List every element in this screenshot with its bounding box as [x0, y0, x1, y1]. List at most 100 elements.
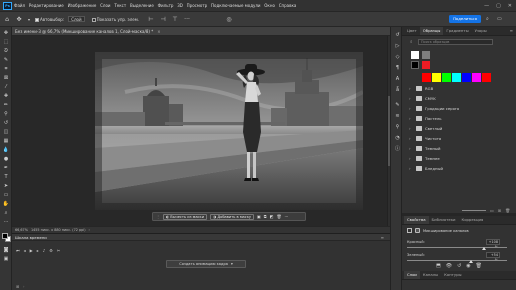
share-button[interactable]: Поделиться [449, 15, 481, 23]
timeline-title[interactable]: Шкала времени [15, 235, 47, 240]
tab-adjustments[interactable]: Коррекция [459, 216, 487, 224]
document-image[interactable] [95, 52, 363, 210]
zoom-level[interactable]: 66,67% [15, 228, 28, 232]
zoom-out-icon[interactable]: ◦ [22, 284, 24, 289]
more-tools-icon[interactable]: ··· [2, 219, 10, 226]
mask-options-icon[interactable]: ▣ [257, 214, 261, 219]
frame-tool-icon[interactable]: ⊠ [2, 75, 10, 82]
tab-layers[interactable]: Слои [404, 271, 420, 279]
swatch-group-rgb[interactable]: › RGB [409, 84, 509, 93]
crop-tool-icon[interactable]: ⌗ [2, 66, 10, 73]
visibility-icon[interactable]: ◉ [466, 263, 470, 271]
brush-tool-icon[interactable]: ✏ [2, 102, 10, 109]
tab-libraries[interactable]: Библиотеки [429, 216, 459, 224]
history-icon[interactable]: ↺ [394, 32, 401, 39]
delete-mask-icon[interactable]: 🗑 [276, 214, 281, 219]
panel-menu-icon[interactable]: ≡ [381, 235, 384, 240]
healing-brush-tool-icon[interactable]: ✚ [2, 93, 10, 100]
align-right-icon[interactable]: ⊤ [171, 15, 179, 23]
swatch-group-dark[interactable]: › Темный [409, 144, 509, 153]
clone-source-icon[interactable]: ⚲ [394, 124, 401, 131]
green-value-input[interactable]: +54 % [486, 252, 500, 262]
chevron-right-icon[interactable]: › [89, 228, 90, 232]
recent-swatch[interactable] [422, 51, 430, 59]
swatch-cyan[interactable] [452, 73, 461, 82]
marquee-tool-icon[interactable]: ⬚ [2, 39, 10, 46]
dodge-tool-icon[interactable]: ● [2, 156, 10, 163]
tab-channels[interactable]: Каналы [420, 271, 441, 279]
first-frame-icon[interactable]: ⏮ [16, 248, 20, 253]
lasso-tool-icon[interactable]: ᘐ [2, 48, 10, 55]
tab-patterns[interactable]: Узоры [472, 27, 490, 35]
red-slider-knob[interactable] [482, 247, 486, 250]
search-icon[interactable]: ⌕ [486, 16, 489, 22]
more-options-icon[interactable]: ··· [285, 214, 289, 219]
learn-icon[interactable]: ◇ [394, 54, 401, 61]
split-icon[interactable]: ✂ [57, 248, 60, 253]
zoom-tool-icon[interactable]: ⌕ [2, 210, 10, 217]
screen-mode-icon[interactable]: ▣ [2, 256, 10, 263]
create-frame-animation-button[interactable]: Создать анимацию кадра ▾ [166, 260, 246, 268]
view-previous-icon[interactable]: 👁 [446, 263, 452, 271]
tab-swatches[interactable]: Образцы [419, 27, 444, 35]
invert-mask-icon[interactable]: ⧉ [264, 214, 267, 219]
autoselect-checkbox[interactable]: Автовыбор: [35, 17, 64, 22]
swatch-group-grayscale[interactable]: › Градации серого [409, 104, 509, 113]
settings-icon[interactable]: ⚙ [49, 248, 53, 253]
shape-tool-icon[interactable]: ▭ [2, 192, 10, 199]
close-icon[interactable]: ✕ [508, 3, 512, 9]
align-left-icon[interactable]: ⊢ [147, 15, 155, 23]
trash-icon[interactable]: 🗑 [476, 263, 482, 271]
home-icon[interactable]: ⌂ [3, 15, 11, 23]
close-tab-icon[interactable]: × [157, 29, 160, 34]
convert-frames-icon[interactable]: ⊞ [16, 284, 19, 289]
swatch-group-pale[interactable]: › Бледный [409, 164, 509, 173]
move-tool-icon[interactable]: ✥ [2, 30, 10, 37]
swatch-group-cmyk[interactable]: › CMYK [409, 94, 509, 103]
swatch-group-light[interactable]: › Светлый [409, 124, 509, 133]
menu-view[interactable]: Просмотр [187, 3, 208, 8]
layer-select-dropdown[interactable]: Слой [68, 16, 85, 22]
clip-to-layer-icon[interactable]: ⬒ [436, 263, 441, 271]
brushes-icon[interactable]: ✎ [394, 102, 401, 109]
reset-icon[interactable]: ↺ [457, 263, 461, 271]
swatch-group-pure[interactable]: › Чистота [409, 134, 509, 143]
red-slider-track[interactable] [407, 247, 507, 248]
menu-edit[interactable]: Редактирование [29, 3, 64, 8]
audio-icon[interactable]: ♪ [43, 248, 46, 253]
add-to-mask-button[interactable]: ◑ Добавить в маску [210, 213, 255, 220]
swatch-blue[interactable] [462, 73, 471, 82]
swatch-magenta[interactable] [472, 73, 481, 82]
workspace-icon[interactable]: ▭ [497, 16, 502, 22]
tab-color[interactable]: Цвет [404, 27, 420, 35]
eraser-tool-icon[interactable]: ◫ [2, 129, 10, 136]
fill-mask-icon[interactable]: ◩ [270, 214, 274, 219]
swatch-search-input[interactable]: Поиск образцов [418, 39, 493, 45]
menu-help[interactable]: Справка [279, 3, 297, 8]
drag-handle-icon[interactable]: ⋮ [156, 214, 160, 219]
menu-layers[interactable]: Слои [100, 3, 110, 8]
maximize-icon[interactable]: ▢ [496, 3, 501, 9]
next-frame-icon[interactable]: ▸ [37, 248, 39, 253]
tab-properties[interactable]: Свойства [404, 216, 429, 224]
actions-icon[interactable]: ▷ [394, 43, 401, 50]
menu-plugins[interactable]: Подключаемые модули [211, 3, 261, 8]
more-options-icon[interactable]: ··· [183, 15, 191, 23]
chevron-down-icon[interactable]: ▾ [27, 15, 31, 23]
swatch-group-pastel[interactable]: › Пастель [409, 114, 509, 123]
path-select-tool-icon[interactable]: ➤ [2, 183, 10, 190]
prev-frame-icon[interactable]: ◂ [24, 248, 26, 253]
menu-window[interactable]: Окно [264, 3, 275, 8]
align-center-icon[interactable]: ⊣ [159, 15, 167, 23]
swatch-red-2[interactable] [482, 73, 491, 82]
type-tool-icon[interactable]: T [2, 174, 10, 181]
foreground-color-swatch[interactable] [2, 233, 8, 239]
tab-paths[interactable]: Контуры [441, 271, 464, 279]
menu-filter[interactable]: Фильтр [158, 3, 174, 8]
history-brush-tool-icon[interactable]: ↺ [2, 120, 10, 127]
swatch-group-darker[interactable]: › Темнее [409, 154, 509, 163]
minimize-icon[interactable]: — [484, 3, 489, 9]
menu-image[interactable]: Изображение [68, 3, 97, 8]
menu-3d[interactable]: 3D [177, 3, 183, 8]
navigator-icon[interactable]: ◔ [394, 135, 401, 142]
